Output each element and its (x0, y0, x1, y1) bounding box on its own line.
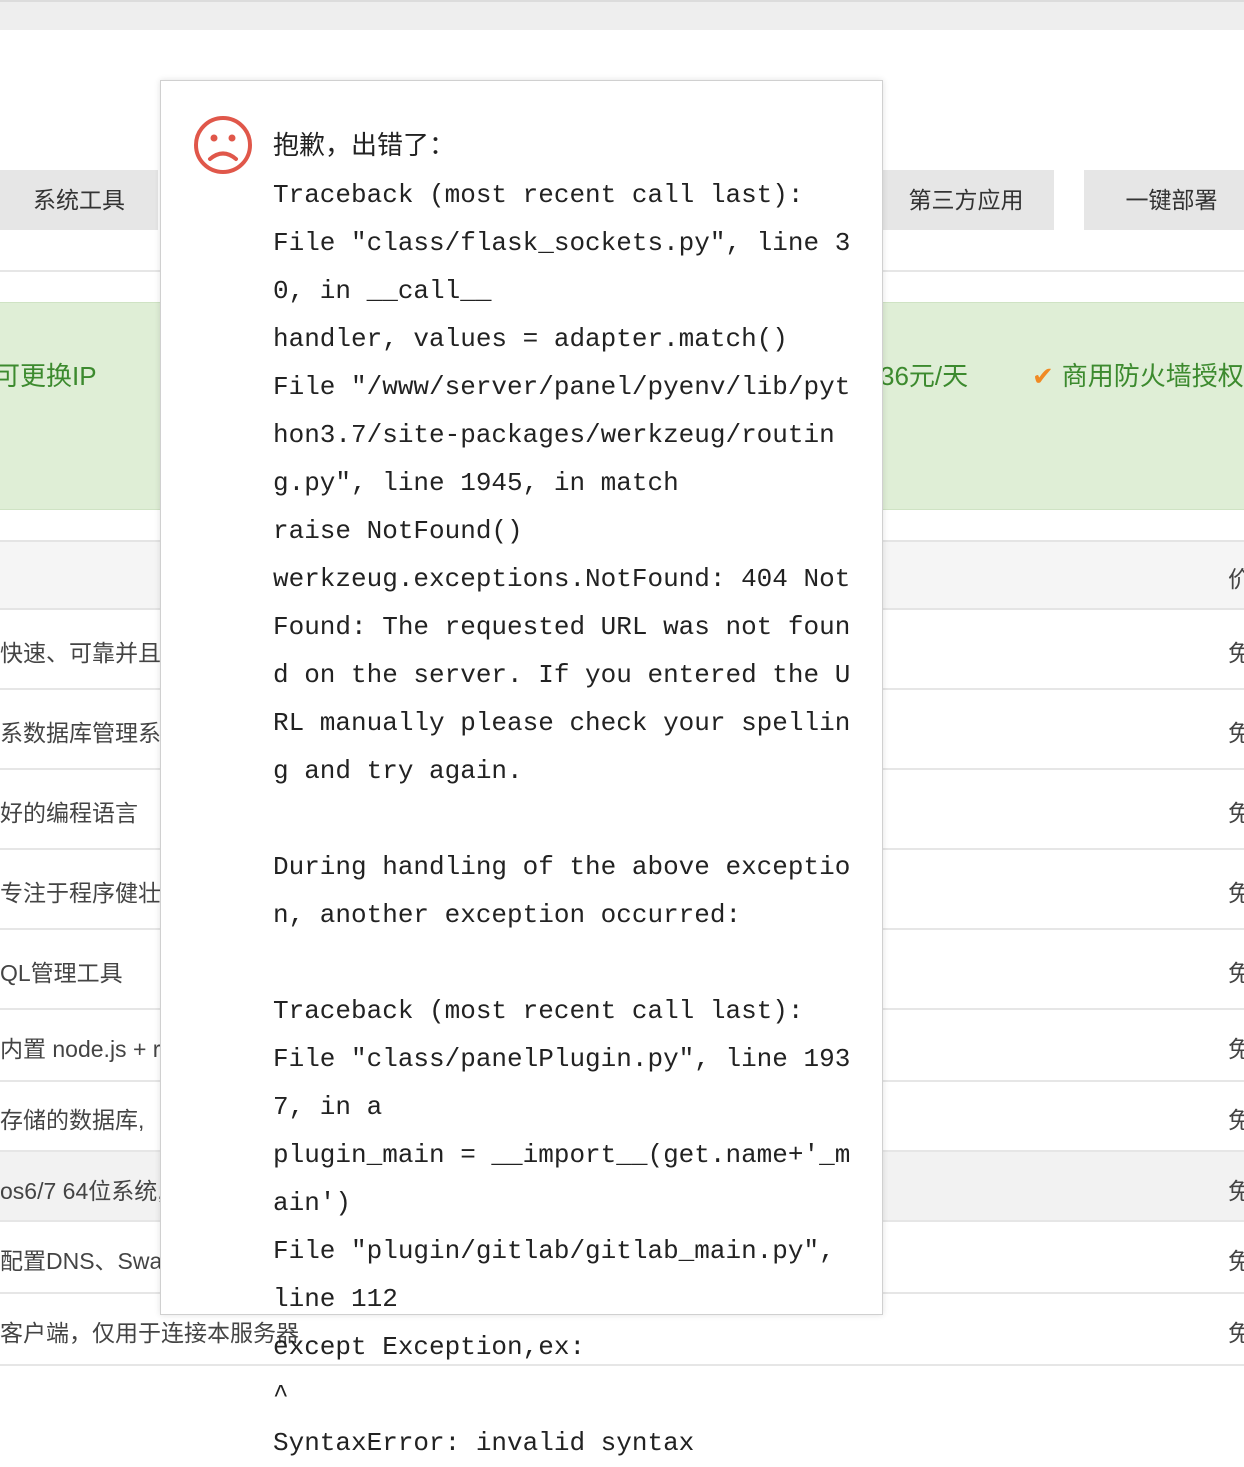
row-description: 客户端，仅用于连接本服务器 (0, 1320, 299, 1346)
row-description: 快速、可靠并且 (0, 640, 161, 666)
row-price: 免 (1228, 720, 1244, 746)
banner-feature-label: 商用防火墙授权 (1061, 361, 1244, 391)
error-title: 抱歉，出错了： (273, 132, 456, 162)
row-description: 存储的数据库, (0, 1107, 145, 1133)
error-dialog: 抱歉，出错了： Traceback (most recent call last… (160, 80, 883, 1458)
row-price: 免 (1228, 800, 1244, 826)
row-price: 免 (1228, 960, 1244, 986)
row-price: 免 (1228, 1320, 1244, 1346)
row-price: 免 (1228, 640, 1244, 666)
checkmark-icon: ✔ (1032, 361, 1054, 391)
banner-feature: ✔ 商用防火墙授权 (1032, 356, 1244, 393)
row-description: 系数据库管理系 (0, 720, 161, 746)
banner-left-text: 可更换IP (0, 361, 97, 391)
row-price: 免 (1228, 880, 1244, 906)
row-description: 专注于程序健壮 (0, 880, 161, 906)
row-price: 免 (1228, 1178, 1244, 1204)
tab-third-party[interactable]: 第三方应用 (878, 170, 1054, 230)
row-description: os6/7 64位系统, (0, 1178, 164, 1204)
error-message: 抱歉，出错了： Traceback (most recent call last… (273, 123, 853, 1467)
row-description: 好的编程语言 (0, 800, 138, 826)
table-header-price: 价 (1228, 566, 1244, 592)
tab-system-tools[interactable]: 系统工具 (0, 170, 158, 230)
row-description: 配置DNS、Swa (0, 1248, 163, 1274)
row-price: 免 (1228, 1107, 1244, 1133)
banner-price-text: 36元/天 (880, 361, 969, 391)
top-bar (0, 0, 1244, 30)
row-price: 免 (1228, 1036, 1244, 1062)
error-traceback: Traceback (most recent call last): File … (273, 180, 851, 1458)
row-description: QL管理工具 (0, 960, 123, 986)
sad-face-icon (194, 116, 252, 174)
tab-one-click-deploy[interactable]: 一键部署 (1084, 170, 1244, 230)
row-description: 内置 node.js + r (0, 1036, 161, 1062)
row-price: 免 (1228, 1248, 1244, 1274)
